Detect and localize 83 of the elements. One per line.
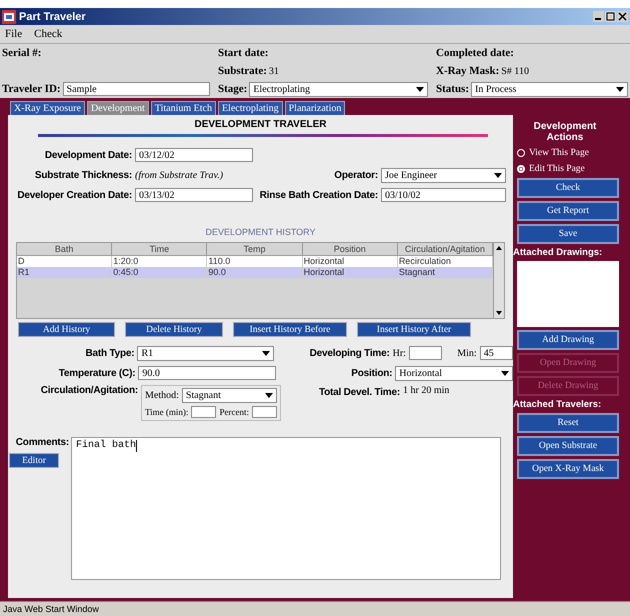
table-row[interactable]: D 1:20:0 110.0 Horizontal Recirculation [17, 256, 493, 267]
field-label: Rinse Bath Creation Date: [258, 190, 378, 200]
dropdown[interactable]: Stagnant [182, 388, 277, 403]
radio-button[interactable]: View This Page [517, 146, 630, 159]
input-field[interactable]: 03/13/02 [135, 188, 253, 202]
dropdown[interactable]: Horizontal [395, 366, 513, 380]
field-value: 31 [268, 66, 279, 76]
field-label: Status: [436, 83, 470, 95]
action-button[interactable]: Add Drawing [517, 330, 619, 350]
field-label: Total Devel. Time: [318, 386, 400, 398]
field-label: Min: [457, 348, 477, 358]
field-label: Circulation/Agitation: [40, 385, 138, 396]
field-label: Time (min): [145, 407, 188, 417]
dropdown[interactable]: Electroplating [249, 82, 428, 96]
field-label: Serial #: [1, 47, 42, 59]
section-heading: Attached Drawings: [513, 247, 604, 258]
input-field[interactable] [252, 406, 277, 418]
history-button[interactable]: Delete History [125, 322, 223, 337]
status-bar: Java Web Start Window [0, 601, 630, 616]
window-title: Part Traveler [19, 10, 87, 22]
comments-field[interactable]: Final bath [71, 437, 501, 580]
action-button[interactable]: Get Report [517, 201, 619, 221]
tab[interactable]: X-Ray Exposure [10, 101, 85, 115]
field-label: Hr: [392, 348, 406, 358]
field-label: Developing Time: [308, 348, 390, 358]
table-row[interactable]: R1 0:45:0 90.0 Horizontal Stagnant [17, 267, 493, 278]
input-field[interactable]: 45 [480, 346, 513, 360]
tab[interactable]: Titanium Etch [150, 101, 216, 115]
field-label: Development Date: [44, 150, 132, 160]
history-button[interactable]: Insert History After [357, 322, 471, 337]
menu-item[interactable]: Check [34, 28, 62, 40]
field-label: Method: [145, 390, 179, 401]
action-button[interactable]: Check [517, 178, 619, 198]
action-button[interactable]: Open Substrate [517, 436, 619, 456]
field-label: Operator: [333, 170, 378, 180]
field-value: 1 hr 20 min [403, 385, 450, 396]
input-field[interactable]: 03/12/02 [135, 148, 253, 162]
form-title: DEVELOPMENT TRAVELER [193, 118, 328, 130]
panel-title: Development Actions [532, 121, 598, 143]
table-cell: 90.0 [207, 267, 303, 278]
dropdown[interactable]: R1 [137, 346, 274, 360]
section-heading: DEVELOPMENT HISTORY [204, 227, 317, 237]
action-button[interactable]: Reset [517, 413, 619, 433]
radio-button[interactable]: Edit This Page [517, 162, 630, 175]
dropdown[interactable]: Joe Engineer [381, 168, 506, 182]
field-label: Stage: [218, 83, 248, 95]
scrollbar[interactable] [493, 243, 504, 318]
editor-button[interactable]: Editor [9, 453, 59, 468]
minimize-icon[interactable] [593, 11, 604, 22]
tab[interactable]: Planarization [284, 101, 346, 115]
table-cell: R1 [17, 267, 112, 278]
field-label: Start date: [217, 47, 270, 59]
action-button[interactable]: Save [517, 224, 619, 244]
field-label: Position: [350, 368, 392, 378]
field-label: Temperature (C): [58, 368, 136, 378]
maximize-icon[interactable] [605, 11, 616, 22]
field-label: Comments: [14, 437, 69, 448]
field-label: Developer Creation Date: [16, 190, 132, 200]
app-icon [2, 10, 16, 24]
table-cell: 0:45:0 [112, 267, 208, 278]
dropdown[interactable]: In Process [471, 82, 628, 96]
input-field[interactable] [191, 406, 216, 418]
input-field[interactable]: Sample [62, 82, 210, 96]
field-label: Substrate Thickness: [34, 170, 132, 180]
input-field[interactable] [408, 346, 442, 360]
field-label: Bath Type: [84, 348, 134, 358]
tab[interactable]: Electroplating [218, 101, 283, 115]
field-label: Traveler ID: [2, 83, 61, 95]
field-label: Substrate: [218, 65, 267, 77]
menu-item[interactable]: File [5, 28, 22, 40]
table-cell: Horizontal [302, 267, 398, 278]
field-label: Percent: [219, 407, 249, 417]
input-field[interactable]: 03/10/02 [381, 188, 506, 202]
section-heading: Attached Travelers: [513, 399, 602, 410]
input-field[interactable]: 90.0 [138, 366, 276, 380]
action-button[interactable]: Open X-Ray Mask [517, 459, 619, 479]
close-icon[interactable] [617, 11, 628, 22]
field-label: Completed date: [435, 47, 515, 59]
field-label: X-Ray Mask: [436, 65, 500, 77]
history-button[interactable]: Add History [18, 322, 115, 337]
field-value: S# 110 [501, 66, 529, 76]
history-button[interactable]: Insert History Before [233, 322, 347, 337]
field-value: (from Substrate Trav.) [135, 170, 224, 180]
